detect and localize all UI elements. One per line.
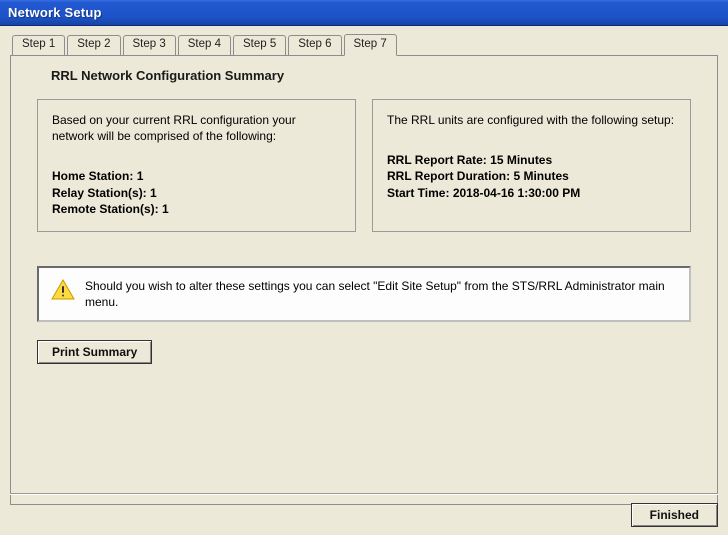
remote-station-label: Remote Station(s):: [52, 202, 159, 216]
home-station-label: Home Station:: [52, 169, 133, 183]
report-rate-label: RRL Report Rate:: [387, 153, 487, 167]
rrl-setup-lines: RRL Report Rate: 15 Minutes RRL Report D…: [387, 152, 676, 201]
warning-icon: [51, 279, 75, 301]
relay-station-label: Relay Station(s):: [52, 186, 147, 200]
tab-panel: RRL Network Configuration Summary Based …: [10, 55, 718, 505]
tab-step-6[interactable]: Step 6: [288, 35, 341, 57]
button-label: Print Summary: [52, 345, 137, 359]
client-area: Step 1 Step 2 Step 3 Step 4 Step 5 Step …: [0, 26, 728, 535]
footer-separator: [10, 493, 718, 495]
summary-panels: Based on your current RRL configuration …: [11, 83, 717, 232]
tab-step-7[interactable]: Step 7: [344, 34, 397, 56]
window-title: Network Setup: [8, 5, 102, 20]
remote-station-value: 1: [162, 202, 169, 216]
tab-label: Step 1: [22, 38, 55, 50]
info-banner: Should you wish to alter these settings …: [37, 266, 691, 322]
rrl-setup-panel: The RRL units are configured with the fo…: [372, 99, 691, 232]
tab-step-2[interactable]: Step 2: [67, 35, 120, 57]
info-text: Should you wish to alter these settings …: [85, 278, 675, 310]
wizard-footer: Finished: [10, 493, 718, 527]
print-summary-button[interactable]: Print Summary: [37, 340, 152, 364]
tab-step-3[interactable]: Step 3: [123, 35, 176, 57]
report-rate-value: 15 Minutes: [490, 153, 552, 167]
tab-label: Step 4: [188, 38, 221, 50]
report-duration-value: 5 Minutes: [513, 169, 568, 183]
network-composition-panel: Based on your current RRL configuration …: [37, 99, 356, 232]
start-time-value: 2018-04-16 1:30:00 PM: [453, 186, 580, 200]
tab-label: Step 5: [243, 38, 276, 50]
relay-station-value: 1: [150, 186, 157, 200]
tab-label: Step 2: [77, 38, 110, 50]
network-composition-intro: Based on your current RRL configuration …: [52, 112, 341, 144]
finished-button[interactable]: Finished: [631, 503, 718, 527]
network-composition-lines: Home Station: 1 Relay Station(s): 1 Remo…: [52, 168, 341, 217]
tab-label: Step 7: [354, 38, 387, 50]
tab-label: Step 3: [133, 38, 166, 50]
report-duration-label: RRL Report Duration:: [387, 169, 510, 183]
tab-step-1[interactable]: Step 1: [12, 35, 65, 57]
tab-step-4[interactable]: Step 4: [178, 35, 231, 57]
tab-step-5[interactable]: Step 5: [233, 35, 286, 57]
button-label: Finished: [650, 508, 699, 522]
window-titlebar: Network Setup: [0, 0, 728, 26]
page-heading: RRL Network Configuration Summary: [11, 56, 717, 83]
rrl-setup-intro: The RRL units are configured with the fo…: [387, 112, 676, 128]
start-time-label: Start Time:: [387, 186, 449, 200]
home-station-value: 1: [137, 169, 144, 183]
wizard-tabs: Step 1 Step 2 Step 3 Step 4 Step 5 Step …: [10, 34, 718, 56]
tab-label: Step 6: [298, 38, 331, 50]
